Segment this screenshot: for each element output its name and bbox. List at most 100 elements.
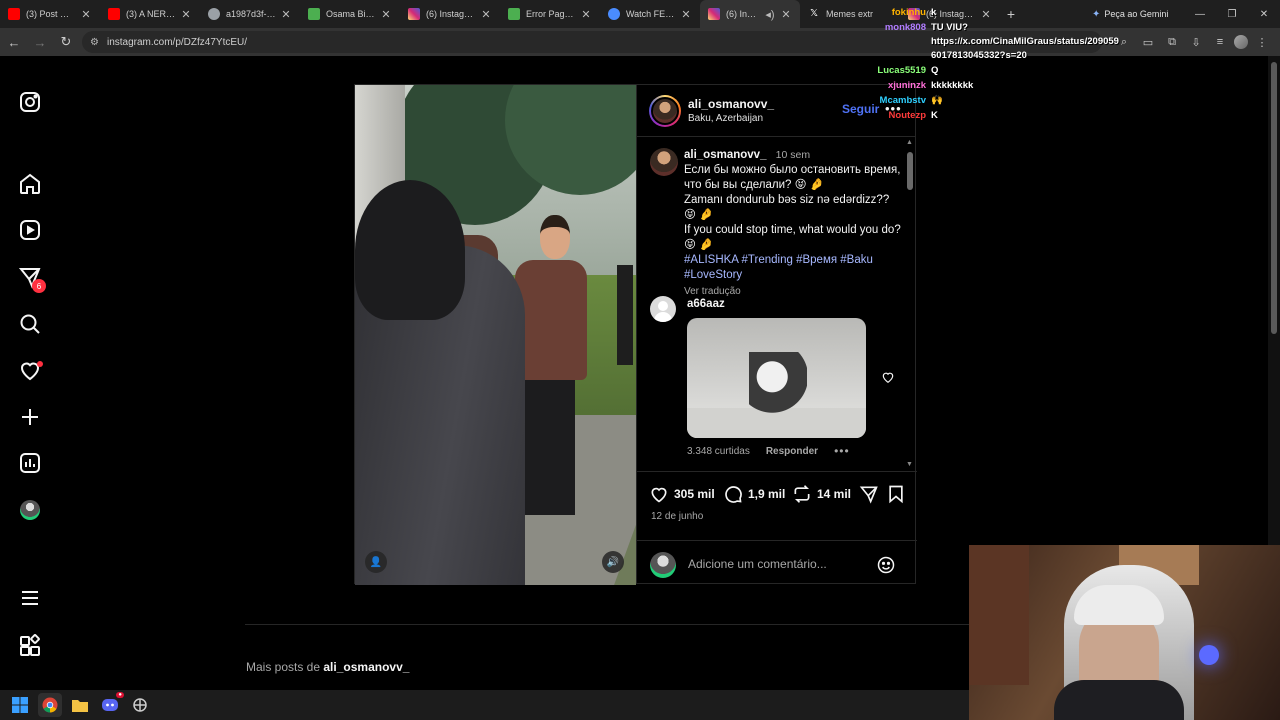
discord-icon[interactable]: ● xyxy=(98,692,124,717)
extensions-icon[interactable]: ⧉ xyxy=(1162,32,1182,52)
current-user-avatar xyxy=(650,552,676,578)
minimize-icon[interactable]: — xyxy=(1184,0,1216,28)
tab-title: (3) A NERDOLA xyxy=(126,9,176,19)
dashboard-icon[interactable] xyxy=(18,451,42,475)
forward-icon[interactable]: → xyxy=(28,30,52,54)
comments-scrollbar[interactable]: ▲ ▼ xyxy=(906,139,914,468)
search-icon[interactable] xyxy=(18,312,42,336)
instagram-icon[interactable] xyxy=(18,90,42,114)
gemini-button[interactable]: ✦ Peça ao Gemini xyxy=(1092,5,1168,23)
browser-menu-icon[interactable]: ⋮ xyxy=(1252,32,1272,52)
comment-likes[interactable]: 3.348 curtidas xyxy=(687,446,750,457)
like-comment-icon[interactable] xyxy=(881,370,895,384)
toolbar-actions: ⌕ ▭ ⧉ ⇩ ≡ ⋮ xyxy=(1114,32,1272,52)
see-translation-link[interactable]: Ver tradução xyxy=(684,284,902,299)
repost-button[interactable]: 14 mil xyxy=(792,484,851,504)
post-location[interactable]: Baku, Azerbaijan xyxy=(688,113,774,124)
profile-icon[interactable] xyxy=(20,500,40,520)
author-username[interactable]: ali_osmanovv_ xyxy=(688,97,774,111)
caption-username[interactable]: ali_osmanovv_ xyxy=(684,149,766,161)
emoji-icon[interactable] xyxy=(876,555,896,575)
browser-tab[interactable]: Error Page | e ✕ xyxy=(500,0,600,28)
likes-count: 305 mil xyxy=(674,487,715,501)
close-icon[interactable]: ✕ xyxy=(180,8,192,21)
close-icon[interactable]: ✕ xyxy=(80,8,92,21)
close-icon[interactable]: ✕ xyxy=(380,8,392,21)
browser-tab[interactable]: (6) Instagram ✕ xyxy=(400,0,500,28)
youtube-icon xyxy=(108,8,120,20)
profile-avatar[interactable] xyxy=(1234,35,1248,49)
tagged-users-icon[interactable]: 👤 xyxy=(365,551,387,573)
commenter-avatar[interactable] xyxy=(650,296,676,322)
post-video[interactable]: 👤 🔊 xyxy=(355,85,636,585)
caption-avatar[interactable] xyxy=(650,148,678,176)
reels-icon[interactable] xyxy=(18,218,42,242)
story-ring[interactable] xyxy=(649,94,681,127)
scroll-down-icon[interactable]: ▼ xyxy=(906,461,913,468)
back-icon[interactable]: ← xyxy=(2,30,26,54)
page-scroll-thumb[interactable] xyxy=(1271,62,1277,334)
new-tab-button[interactable]: + xyxy=(1000,0,1022,28)
chat-line: Lucas5519 Q xyxy=(870,65,938,76)
video-lamp xyxy=(617,265,633,365)
chat-username: Lucas5519 xyxy=(877,65,926,76)
close-icon[interactable]: ✕ xyxy=(580,8,592,21)
comment-button[interactable]: 1,9 mil xyxy=(723,484,785,504)
chrome-icon[interactable] xyxy=(38,693,62,717)
close-icon[interactable]: ✕ xyxy=(680,8,692,21)
comment-input[interactable]: Adicione um comentário... xyxy=(688,557,827,571)
chat-username: Mcambstv xyxy=(879,95,926,106)
caption: ali_osmanovv_ 10 sem Если бы можно было … xyxy=(684,148,902,299)
browser-tab[interactable]: (3) A NERDOLA ✕ xyxy=(100,0,200,28)
app-icon[interactable] xyxy=(128,693,152,717)
close-icon[interactable]: ✕ xyxy=(280,8,292,21)
close-icon[interactable]: ✕ xyxy=(480,8,492,21)
like-button[interactable]: 305 mil xyxy=(649,484,715,504)
cast-icon[interactable]: ▭ xyxy=(1138,32,1158,52)
chat-username xyxy=(870,36,926,47)
caption-line: If you could stop time, what would you d… xyxy=(684,224,901,251)
chat-message: TU VIU? xyxy=(931,22,968,33)
apps-icon[interactable] xyxy=(18,634,42,658)
restore-icon[interactable]: ❐ xyxy=(1216,0,1248,28)
post-date[interactable]: 12 de junho xyxy=(651,511,703,522)
home-icon[interactable] xyxy=(18,172,42,196)
chat-line: Noutezp K xyxy=(870,110,938,121)
heart-icon xyxy=(651,487,667,503)
media-icon[interactable]: ≡ xyxy=(1210,32,1230,52)
close-icon[interactable]: ✕ xyxy=(980,8,992,21)
more-posts-username[interactable]: ali_osmanovv_ xyxy=(323,660,409,674)
commenter-username[interactable]: a66aaz xyxy=(687,298,725,310)
scroll-up-icon[interactable]: ▲ xyxy=(906,139,913,146)
site-info-icon[interactable]: ⚙ xyxy=(90,37,99,48)
gif-dog xyxy=(749,352,807,414)
comment-options-icon[interactable]: ••• xyxy=(834,445,850,457)
scroll-thumb[interactable] xyxy=(907,152,913,190)
close-icon[interactable]: ✕ xyxy=(780,8,792,21)
chat-username: xjuninzk xyxy=(887,80,926,91)
volume-icon[interactable]: 🔊 xyxy=(602,551,624,573)
chat-message: https://x.com/CinaMilGraus/status/209059 xyxy=(931,36,1119,47)
share-button[interactable] xyxy=(859,484,884,504)
browser-tab-active[interactable]: (6) Instagr ◂) ✕ xyxy=(700,0,800,28)
menu-icon[interactable] xyxy=(18,586,42,610)
browser-tab[interactable]: a1987d3f-1b3b ✕ xyxy=(200,0,300,28)
create-icon[interactable] xyxy=(18,405,42,429)
reload-icon[interactable]: ↻ xyxy=(54,30,78,54)
caption-hashtags[interactable]: #ALISHKA #Trending #Время #Baku #LoveSto… xyxy=(684,253,902,283)
windows-start-icon[interactable] xyxy=(8,693,32,717)
tab-title: Watch FEAT. T xyxy=(626,9,676,19)
file-explorer-icon[interactable] xyxy=(68,693,92,717)
browser-tab[interactable]: Watch FEAT. T ✕ xyxy=(600,0,700,28)
browser-tab[interactable]: Osama Bin Lad ✕ xyxy=(300,0,400,28)
chat-line: fokinhu k xyxy=(870,7,937,18)
speaker-icon[interactable]: ◂) xyxy=(764,8,776,21)
chat-message: 6017813045332?s=20 xyxy=(931,50,1027,61)
comment-meta: 3.348 curtidas Responder ••• xyxy=(687,445,850,457)
browser-tab[interactable]: (3) Post Malone ✕ xyxy=(0,0,100,28)
reply-button[interactable]: Responder xyxy=(766,446,818,457)
close-window-icon[interactable]: ✕ xyxy=(1248,0,1280,28)
repost-icon xyxy=(794,485,810,503)
save-button[interactable] xyxy=(886,484,911,504)
downloads-icon[interactable]: ⇩ xyxy=(1186,32,1206,52)
